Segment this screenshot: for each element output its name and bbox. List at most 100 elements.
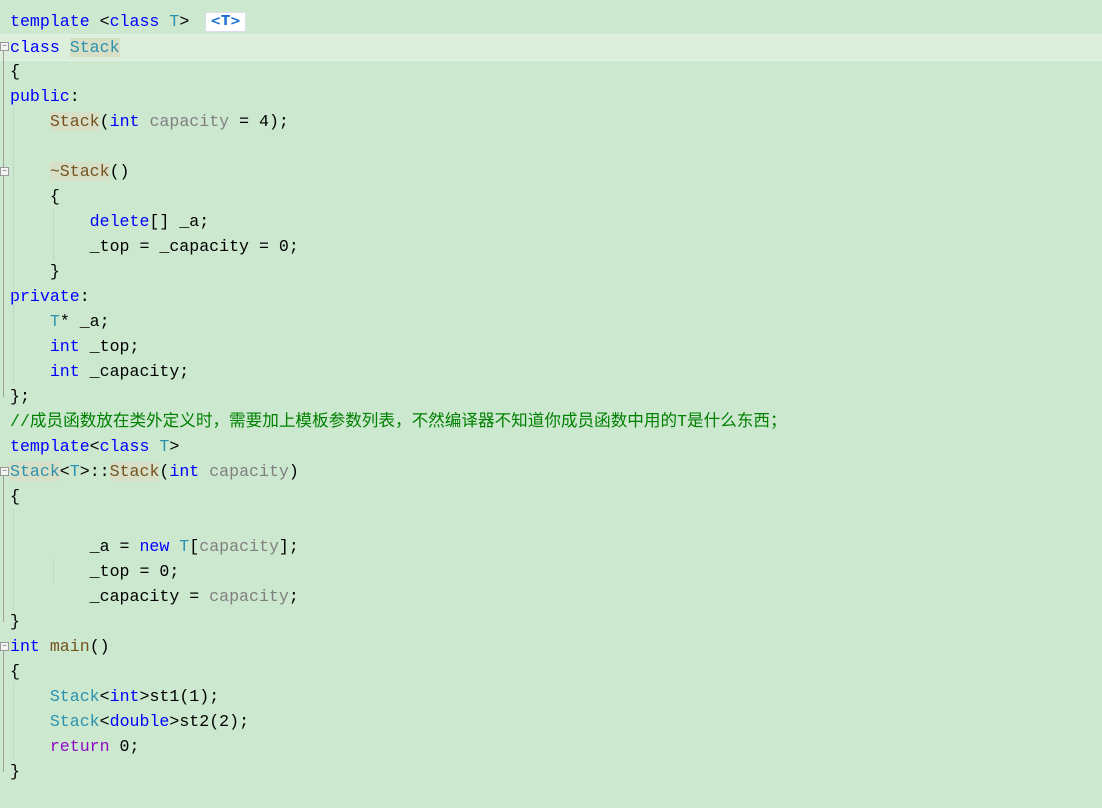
function-name: Stack [109, 462, 160, 481]
type-name: Stack [69, 38, 120, 57]
type-name: T [49, 312, 60, 331]
fold-region-line [3, 476, 4, 622]
type-name: Stack [10, 462, 60, 481]
indent-guide [13, 109, 14, 384]
parameter: capacity [209, 587, 289, 606]
code-line[interactable]: }; [0, 384, 1102, 409]
code-line[interactable]: Stack<T>::Stack(int capacity) [0, 459, 1102, 484]
code-text: { [10, 487, 20, 506]
code-line[interactable]: _a = new T[capacity]; [0, 534, 1102, 559]
keyword: private [10, 287, 80, 306]
code-text: < [99, 712, 110, 731]
code-line[interactable]: delete[] _a; [0, 209, 1102, 234]
code-line[interactable]: Stack<int>st1(1); [0, 684, 1102, 709]
code-text: > [169, 437, 180, 456]
code-text: < [99, 687, 110, 706]
code-text: { [10, 662, 20, 681]
code-text: * _a; [59, 312, 110, 331]
code-text: [] _a; [149, 212, 210, 231]
return-keyword: return [49, 737, 110, 756]
code-line[interactable]: //成员函数放在类外定义时，需要加上模板参数列表，不然编译器不知道你成员函数中用… [0, 409, 1102, 434]
code-line[interactable]: int _top; [0, 334, 1102, 359]
keyword: int [10, 637, 50, 656]
code-content: T* _a; [10, 309, 110, 334]
code-line[interactable]: private: [0, 284, 1102, 309]
code-line[interactable]: ~Stack() [0, 159, 1102, 184]
code-line[interactable]: template <class T> <T> [0, 9, 1102, 34]
code-line[interactable]: { [0, 659, 1102, 684]
indent-guide [13, 684, 14, 759]
code-line[interactable]: return 0; [0, 734, 1102, 759]
code-text: ( [159, 462, 170, 481]
keyword: int [109, 687, 140, 706]
code-line[interactable] [0, 509, 1102, 534]
code-content: int _capacity; [10, 359, 189, 384]
code-line[interactable]: } [0, 609, 1102, 634]
keyword: double [109, 712, 170, 731]
code-text: >:: [79, 462, 110, 481]
code-text: : [79, 287, 90, 306]
code-text: < [99, 12, 110, 31]
code-line[interactable]: public: [0, 84, 1102, 109]
code-line[interactable]: Stack<double>st2(2); [0, 709, 1102, 734]
code-line[interactable]: { [0, 59, 1102, 84]
code-content: return 0; [10, 734, 140, 759]
type-name: Stack [49, 687, 100, 706]
code-text: >st2(2); [169, 712, 250, 731]
code-text: }; [10, 387, 30, 406]
fold-toggle-icon[interactable]: − [0, 642, 9, 651]
template-hint-badge[interactable]: <T> [205, 12, 246, 32]
code-text: } [10, 262, 60, 281]
code-text: () [89, 637, 110, 656]
code-text: _a = [10, 537, 140, 556]
code-line[interactable]: } [0, 259, 1102, 284]
code-content: Stack<int>st1(1); [10, 684, 219, 709]
code-text: ]; [278, 537, 299, 556]
fold-toggle-icon[interactable]: − [0, 42, 9, 51]
code-line[interactable]: _capacity = capacity; [0, 584, 1102, 609]
code-line[interactable]: int _capacity; [0, 359, 1102, 384]
code-line[interactable]: } [0, 759, 1102, 784]
code-line[interactable]: template<class T> [0, 434, 1102, 459]
code-text: < [89, 437, 100, 456]
code-line[interactable]: class Stack [0, 34, 1102, 61]
keyword: template [10, 12, 100, 31]
keyword: new [139, 537, 180, 556]
code-content: } [10, 759, 20, 784]
fold-toggle-icon[interactable]: − [0, 167, 9, 176]
fold-toggle-icon[interactable]: − [0, 467, 9, 476]
code-text: : [69, 87, 80, 106]
keyword: class [10, 38, 70, 57]
keyword: delete [89, 212, 150, 231]
code-line[interactable]: { [0, 184, 1102, 209]
function-name: main [49, 637, 90, 656]
comment: //成员函数放在类外定义时，需要加上模板参数列表，不然编译器不知道你成员函数中用… [10, 412, 787, 431]
code-text: ) [288, 462, 299, 481]
code-content: }; [10, 384, 30, 409]
code-line[interactable]: T* _a; [0, 309, 1102, 334]
code-line[interactable]: _top = 0; [0, 559, 1102, 584]
code-line[interactable]: Stack(int capacity = 4); [0, 109, 1102, 134]
code-line[interactable]: { [0, 484, 1102, 509]
keyword: class [109, 12, 170, 31]
code-content: { [10, 59, 20, 84]
code-text: < [59, 462, 70, 481]
code-text: _capacity = [10, 587, 210, 606]
code-content: delete[] _a; [10, 209, 210, 234]
code-line[interactable] [0, 134, 1102, 159]
code-content: { [10, 659, 20, 684]
code-line[interactable]: _top = _capacity = 0; [0, 234, 1102, 259]
fold-region-line [3, 176, 4, 272]
type-name: T [69, 462, 80, 481]
code-content: Stack(int capacity = 4); [10, 109, 289, 134]
code-text: } [10, 762, 20, 781]
code-line[interactable]: int main() [0, 634, 1102, 659]
code-content: { [10, 484, 20, 509]
parameter: capacity [149, 112, 230, 131]
keyword: template [10, 437, 90, 456]
